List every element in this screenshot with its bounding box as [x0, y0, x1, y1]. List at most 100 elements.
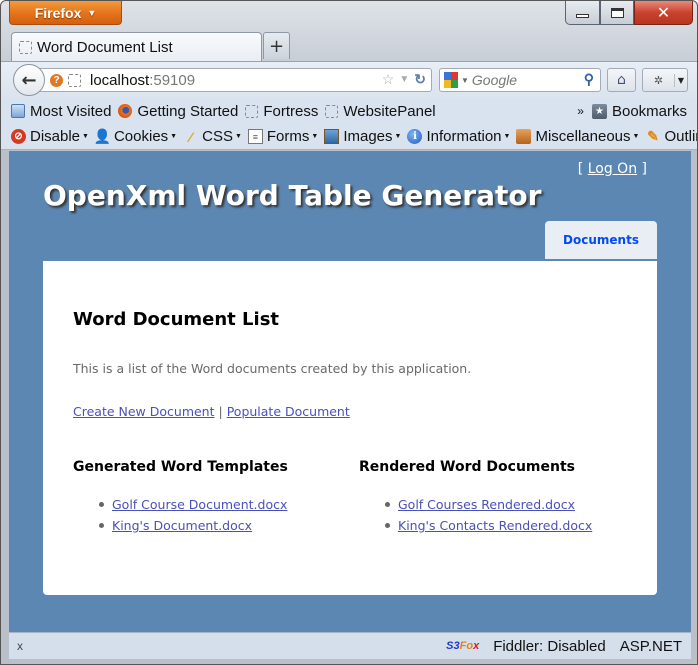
site-identity-icon[interactable]: ?: [50, 73, 63, 87]
rendered-list: Golf Courses Rendered.docx King's Contac…: [359, 494, 619, 536]
bookmark-star-icon[interactable]: ☆: [382, 71, 395, 88]
minimize-button[interactable]: [565, 1, 600, 25]
cookies-icon: 👤: [93, 128, 112, 144]
action-links: Create New Document | Populate Document: [73, 404, 350, 419]
bracket: ]: [641, 161, 647, 177]
populate-document-link[interactable]: Populate Document: [227, 404, 350, 419]
reload-icon[interactable]: ↻: [414, 71, 426, 88]
bookmarks-overflow-button[interactable]: »: [577, 104, 584, 118]
dropdown-icon: ▼: [234, 133, 242, 140]
addon-button[interactable]: ✲ ▼: [642, 68, 688, 92]
bookmark-label: Most Visited: [30, 102, 112, 120]
tab-title: Word Document List: [37, 39, 173, 56]
template-link[interactable]: Golf Course Document.docx: [112, 494, 287, 515]
dropdown-icon: ▼: [503, 133, 511, 140]
devtool-miscellaneous[interactable]: Miscellaneous ▼: [516, 128, 639, 145]
intro-text: This is a list of the Word documents cre…: [73, 361, 472, 376]
rendered-link[interactable]: King's Contacts Rendered.docx: [398, 515, 592, 536]
search-bar[interactable]: ▼ Google ⚲: [439, 68, 601, 92]
new-tab-button[interactable]: +: [263, 32, 290, 59]
s3fox-icon[interactable]: S3Fox: [446, 640, 479, 652]
chevron-down-icon: ▼: [87, 7, 97, 18]
disable-icon: ⊘: [11, 129, 26, 144]
url-host: localhost: [90, 71, 150, 89]
most-visited-icon: [11, 104, 25, 118]
devtool-forms[interactable]: ≡ Forms ▼: [247, 128, 319, 145]
bracket: [: [577, 161, 584, 177]
dropdown-icon: ▼: [170, 133, 178, 140]
bookmark-fortress[interactable]: Fortress: [245, 103, 318, 120]
link-separator: |: [218, 404, 223, 419]
close-icon: ✕: [656, 3, 671, 22]
devtool-images[interactable]: Images ▼: [324, 128, 401, 145]
firefox-menu-button[interactable]: Firefox ▼: [9, 1, 122, 25]
template-link[interactable]: King's Document.docx: [112, 515, 252, 536]
templates-section: Generated Word Templates Golf Course Doc…: [73, 459, 333, 536]
history-dropdown-icon[interactable]: ▼: [399, 74, 409, 85]
rendered-link[interactable]: Golf Courses Rendered.docx: [398, 494, 575, 515]
bookmarks-toolbar: Most Visited Getting Started Fortress We…: [1, 98, 697, 124]
devtool-css[interactable]: ⁄ CSS ▼: [183, 128, 242, 145]
bookmark-getting-started[interactable]: Getting Started: [118, 103, 238, 120]
search-engine-dropdown-icon[interactable]: ▼: [461, 76, 469, 85]
bug-icon[interactable]: ✲: [643, 73, 675, 87]
home-icon: ⌂: [617, 72, 626, 88]
page-heading: Word Document List: [73, 309, 280, 330]
forms-icon: ≡: [247, 129, 263, 144]
outline-icon: ✎: [647, 128, 659, 144]
devtool-outline[interactable]: ✎ Outline: [645, 128, 697, 145]
bookmark-websitepanel[interactable]: WebsitePanel: [325, 102, 436, 120]
page-icon: [19, 41, 32, 54]
devtool-label: Disable: [30, 128, 81, 145]
dropdown-icon: ▼: [82, 133, 89, 140]
dropdown-icon: ▼: [311, 133, 319, 140]
chevron-down-icon[interactable]: ▼: [675, 76, 687, 85]
miscellaneous-icon: [516, 129, 532, 144]
url-bar[interactable]: ? localhost :59109 ☆ ▼ ↻: [31, 68, 432, 92]
navigation-toolbar: ← ? localhost :59109 ☆ ▼ ↻ ▼ Google ⚲ ⌂ …: [1, 61, 697, 98]
bookmark-label: Fortress: [263, 102, 319, 120]
site-title: OpenXml Word Table Generator: [43, 179, 542, 212]
devtool-label: Outline: [664, 128, 697, 145]
images-icon: [324, 129, 340, 144]
devtool-disable[interactable]: ⊘ Disable ▼: [11, 128, 89, 145]
window-controls: ✕: [565, 1, 693, 25]
css-icon: ⁄: [189, 128, 192, 145]
create-new-document-link[interactable]: Create New Document: [73, 404, 215, 419]
page-viewport: [ Log On ] OpenXml Word Table Generator …: [9, 151, 691, 632]
back-button[interactable]: ←: [13, 64, 45, 96]
aspnet-status[interactable]: ASP.NET: [620, 638, 682, 655]
close-window-button[interactable]: ✕: [634, 1, 693, 25]
menu-tab-documents[interactable]: Documents: [545, 221, 657, 259]
templates-list: Golf Course Document.docx King's Documen…: [73, 494, 333, 536]
web-developer-toolbar: ⊘ Disable ▼ 👤 Cookies ▼ ⁄ CSS ▼ ≡ Forms ▼ Im…: [1, 124, 697, 150]
devtool-label: Forms: [266, 128, 310, 145]
devtool-information[interactable]: i Information ▼: [407, 128, 510, 145]
devtool-label: Information: [426, 128, 502, 145]
fiddler-status[interactable]: Fiddler: Disabled: [493, 638, 606, 655]
list-item: King's Contacts Rendered.docx: [385, 515, 619, 536]
rendered-heading: Rendered Word Documents: [359, 459, 575, 475]
google-icon[interactable]: [444, 72, 458, 88]
search-icon[interactable]: ⚲: [584, 71, 594, 88]
search-placeholder: Google: [471, 72, 518, 88]
login-display: [ Log On ]: [578, 161, 647, 177]
home-button[interactable]: ⌂: [607, 68, 636, 92]
list-item: Golf Courses Rendered.docx: [385, 494, 619, 515]
list-item: Golf Course Document.docx: [99, 494, 333, 515]
maximize-icon: [610, 7, 624, 18]
bookmark-most-visited[interactable]: Most Visited: [11, 103, 111, 120]
close-addon-bar-button[interactable]: x: [17, 639, 23, 653]
bookmark-label: WebsitePanel: [343, 102, 436, 120]
browser-tab[interactable]: Word Document List: [11, 32, 262, 62]
firefox-icon: [118, 104, 133, 118]
devtool-cookies[interactable]: 👤 Cookies ▼: [93, 128, 178, 145]
url-port: :59109: [149, 71, 196, 89]
bookmarks-star-icon: ★: [591, 103, 607, 119]
bookmarks-menu-button[interactable]: ★ Bookmarks: [591, 103, 687, 120]
devtool-label: Images: [343, 128, 393, 145]
maximize-button[interactable]: [600, 1, 634, 25]
back-arrow-icon: ←: [21, 69, 37, 91]
page-icon: [68, 73, 81, 87]
log-on-link[interactable]: Log On: [588, 161, 637, 177]
